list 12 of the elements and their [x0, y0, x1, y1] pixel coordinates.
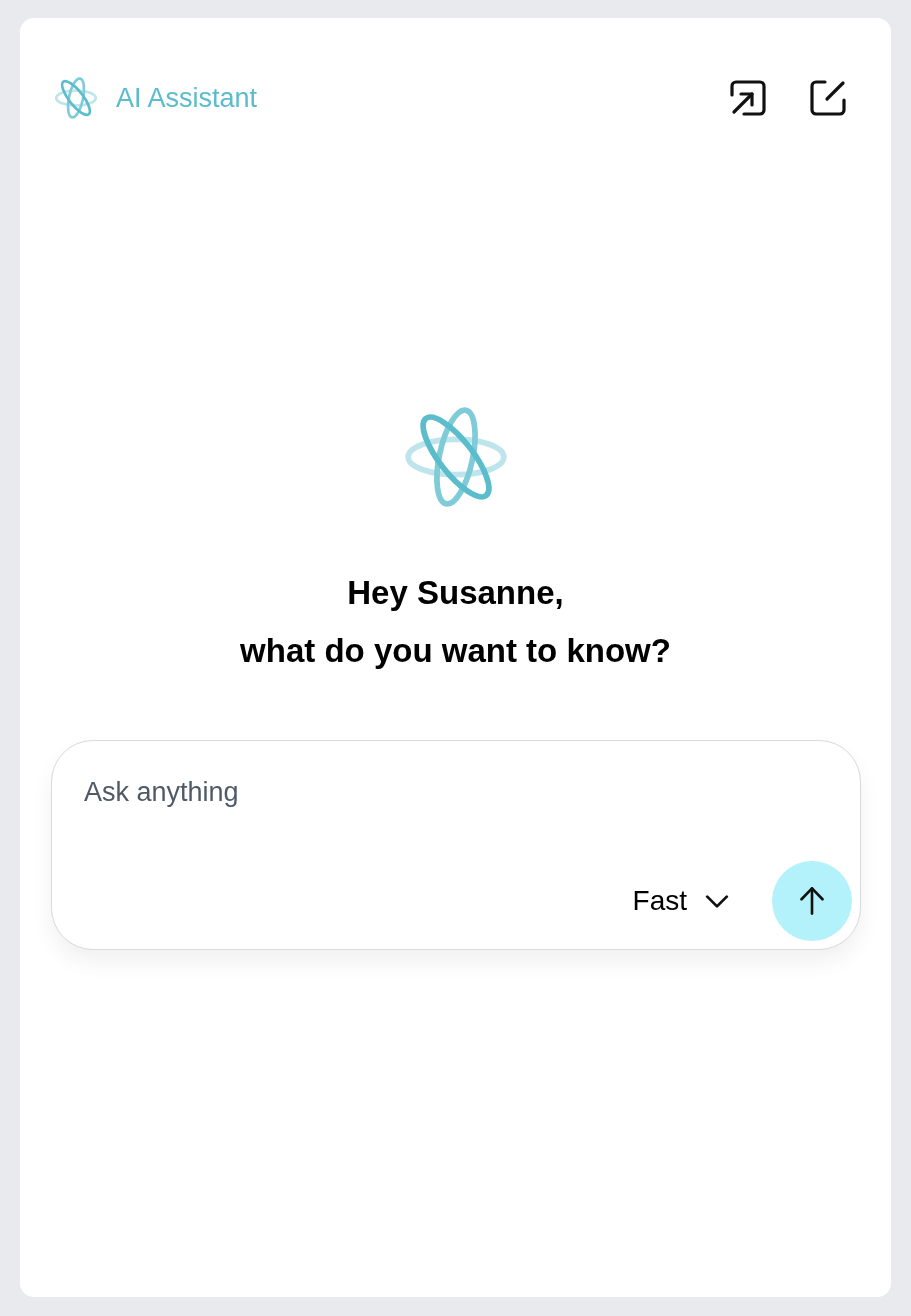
- mode-dropdown[interactable]: Fast: [632, 885, 729, 917]
- new-chat-button[interactable]: [809, 79, 847, 117]
- message-input[interactable]: Ask anything: [84, 777, 828, 817]
- greeting-heading: Hey Susanne, what do you want to know?: [240, 573, 671, 671]
- app-title: AI Assistant: [116, 82, 258, 114]
- atom-icon: [403, 405, 508, 509]
- arrow-up-icon: [799, 887, 825, 915]
- chevron-down-icon: [705, 894, 729, 908]
- open-in-window-button[interactable]: [729, 79, 767, 117]
- arrow-in-square-icon: [729, 79, 767, 117]
- atom-logo-icon: [54, 76, 98, 120]
- edit-icon: [809, 79, 847, 117]
